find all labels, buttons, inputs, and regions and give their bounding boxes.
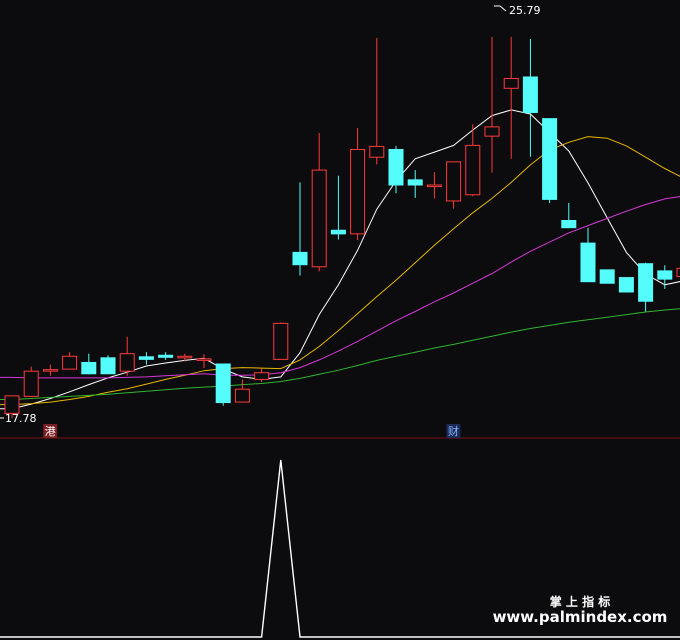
candle-body xyxy=(542,118,558,200)
ma-line-4 xyxy=(0,307,680,400)
candle-16 xyxy=(311,133,327,272)
high-label-leader xyxy=(494,5,507,12)
candle-body xyxy=(330,229,346,235)
event-marker-text: 港 xyxy=(45,425,56,438)
candle-body xyxy=(369,145,385,158)
candle-11 xyxy=(215,363,231,406)
candle-26 xyxy=(503,36,519,159)
candle-31 xyxy=(599,269,615,284)
low-price-label: 17.78 xyxy=(0,412,37,425)
candle-7 xyxy=(138,352,154,365)
candle-20 xyxy=(388,145,404,194)
candle-body xyxy=(618,277,634,293)
ma-line-3 xyxy=(0,195,680,379)
candle-body xyxy=(350,149,366,235)
low-price-text: 17.78 xyxy=(5,412,37,425)
event-marker-text: 财 xyxy=(448,424,459,438)
candle-body xyxy=(484,126,500,137)
candle-body xyxy=(292,251,308,266)
candle-17 xyxy=(330,175,346,240)
high-price-text: 25.79 xyxy=(509,4,541,17)
candle-body xyxy=(119,353,135,372)
candle-body xyxy=(522,76,538,113)
candle-body xyxy=(273,322,289,360)
candle-19 xyxy=(369,37,385,165)
candle-body xyxy=(311,169,327,268)
high-price-label: 25.79 xyxy=(494,4,541,17)
candle-34 xyxy=(657,265,673,289)
event-marker-1: 港 xyxy=(43,424,58,438)
candle-body xyxy=(407,179,423,186)
candle-22 xyxy=(426,172,442,199)
candle-body xyxy=(465,144,481,196)
event-marker-2: 财 xyxy=(446,424,461,438)
candle-body xyxy=(580,242,596,283)
candle-30 xyxy=(580,227,596,283)
candle-1 xyxy=(23,366,39,397)
candles xyxy=(4,36,680,418)
watermark-line2: www.palmindex.com xyxy=(493,608,668,626)
candle-4 xyxy=(81,353,97,375)
watermark-line1: 掌 上 指 标 xyxy=(550,594,611,609)
candle-23 xyxy=(446,161,462,209)
candle-6 xyxy=(119,336,135,376)
candle-body xyxy=(599,269,615,284)
candle-body xyxy=(100,357,116,375)
candle-3 xyxy=(62,352,78,370)
candle-body xyxy=(62,355,78,370)
candle-5 xyxy=(100,355,116,375)
candle-body xyxy=(446,161,462,202)
candle-body xyxy=(388,149,404,186)
candle-body xyxy=(234,388,250,403)
candle-body xyxy=(158,354,174,358)
candle-13 xyxy=(254,368,270,382)
candle-29 xyxy=(561,202,577,229)
candle-body xyxy=(503,78,519,89)
candle-12 xyxy=(234,379,250,403)
candle-15 xyxy=(292,182,308,276)
candle-33 xyxy=(638,262,654,312)
candle-8 xyxy=(158,352,174,360)
candle-14 xyxy=(273,322,289,360)
candle-25 xyxy=(484,36,500,173)
candle-24 xyxy=(465,124,481,197)
candle-body xyxy=(254,372,270,380)
candle-body xyxy=(4,395,20,414)
candle-body xyxy=(81,361,97,375)
candle-body xyxy=(177,355,193,359)
candle-28 xyxy=(542,118,558,203)
candle-body xyxy=(23,370,39,397)
candle-body xyxy=(196,358,212,361)
candlestick-chart: 25.79 17.78 港财 掌 上 指 标 www.palmindex.com xyxy=(0,4,680,638)
event-markers: 港财 xyxy=(43,424,461,438)
candle-27 xyxy=(522,38,538,157)
candle-body xyxy=(657,270,673,280)
candle-body xyxy=(426,184,442,188)
candle-body xyxy=(42,369,58,372)
candle-32 xyxy=(618,277,634,293)
candle-body xyxy=(138,356,154,360)
candle-18 xyxy=(350,127,366,241)
candle-body xyxy=(561,219,577,229)
candle-2 xyxy=(42,364,58,376)
candle-body xyxy=(215,363,231,404)
candle-body xyxy=(638,263,654,302)
candle-21 xyxy=(407,170,423,198)
